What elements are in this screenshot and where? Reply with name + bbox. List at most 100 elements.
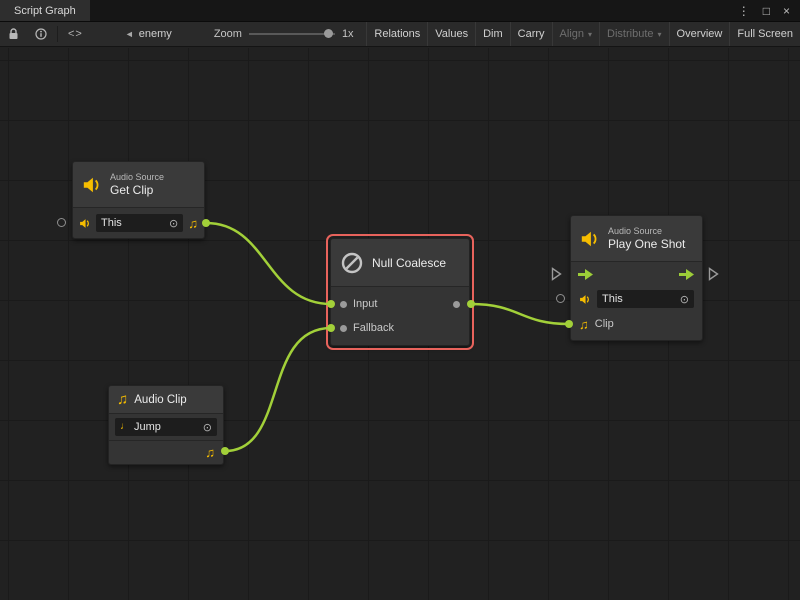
script-graph-window: Script Graph ⋮ □ × <>: [0, 0, 800, 600]
close-icon[interactable]: ×: [783, 4, 790, 18]
zoom-label: Zoom: [214, 28, 242, 40]
object-picker-icon[interactable]: ⊙: [169, 217, 178, 230]
audio-source-icon: [82, 176, 102, 194]
node-null-header[interactable]: Null Coalesce: [331, 239, 469, 287]
node-title: Null Coalesce: [372, 256, 446, 270]
relations-button[interactable]: Relations: [366, 22, 427, 46]
node-play-one-shot[interactable]: Audio Source Play One Shot: [570, 215, 703, 341]
lock-button[interactable]: [0, 22, 27, 46]
input-label: Input: [353, 298, 447, 310]
zoom-control: Zoom 1x: [206, 22, 362, 46]
maximize-icon[interactable]: □: [763, 4, 770, 18]
wire-null-to-clip[interactable]: [471, 304, 569, 324]
node-title: Play One Shot: [608, 237, 685, 251]
wire-audioclip-to-fallback[interactable]: [225, 328, 331, 451]
play-self-port[interactable]: [556, 294, 565, 303]
fullscreen-label: Full Screen: [737, 28, 793, 40]
info-icon: [35, 28, 47, 40]
clip-output-port-icon[interactable]: ♫: [188, 217, 198, 230]
carry-label: Carry: [518, 28, 545, 40]
get-clip-self-port[interactable]: [57, 218, 66, 227]
toolbar-buttons: Relations Values Dim Carry Align ▾ Distri…: [366, 22, 800, 46]
dim-button[interactable]: Dim: [475, 22, 510, 46]
overview-label: Overview: [677, 28, 723, 40]
flow-out-port-icon[interactable]: [679, 269, 695, 280]
node-play-header[interactable]: Audio Source Play One Shot: [571, 216, 702, 262]
fullscreen-button[interactable]: Full Screen: [729, 22, 800, 46]
dim-label: Dim: [483, 28, 503, 40]
node-audio-clip-header[interactable]: ♫ Audio Clip: [109, 386, 223, 414]
align-button[interactable]: Align ▾: [552, 22, 599, 46]
distribute-button[interactable]: Distribute ▾: [599, 22, 668, 46]
clip-value: Jump: [134, 421, 161, 433]
audio-clip-icon: ♫: [117, 392, 128, 407]
values-button[interactable]: Values: [427, 22, 475, 46]
node-title: Audio Clip: [134, 394, 186, 406]
fallback-label: Fallback: [353, 322, 460, 334]
align-label: Align: [560, 28, 584, 40]
node-audio-clip[interactable]: ♫ Audio Clip ♩ Jump ⊙ ♫: [108, 385, 224, 465]
clip-input-port-icon[interactable]: ♫: [579, 318, 589, 331]
tab-title: Script Graph: [14, 5, 76, 17]
node-null-coalesce[interactable]: Null Coalesce Input Fallback: [330, 238, 470, 346]
zoom-slider-handle[interactable]: [324, 29, 333, 38]
node-get-clip[interactable]: Audio Source Get Clip This ⊙ ♫: [72, 161, 205, 239]
null-coalesce-icon: [340, 251, 364, 275]
node-get-clip-header[interactable]: Audio Source Get Clip: [73, 162, 204, 208]
chevron-down-icon: ▾: [588, 30, 592, 39]
wire-getclip-to-input[interactable]: [206, 223, 331, 304]
window-controls: ⋮ □ ×: [738, 0, 800, 21]
fallback-port[interactable]: [340, 325, 347, 332]
input-port[interactable]: [340, 301, 347, 308]
distribute-label: Distribute: [607, 28, 653, 40]
result-output-port[interactable]: [453, 301, 460, 308]
node-category: Audio Source: [110, 172, 164, 183]
toolbar-separator: [57, 26, 58, 42]
target-row: This ⊙: [571, 286, 702, 312]
more-menu-icon[interactable]: ⋮: [738, 4, 750, 18]
code-view-button[interactable]: <>: [60, 22, 91, 46]
carry-button[interactable]: Carry: [510, 22, 552, 46]
clip-dropdown[interactable]: ♩ Jump ⊙: [115, 418, 217, 436]
target-dropdown[interactable]: This ⊙: [597, 290, 694, 308]
graph-breadcrumb[interactable]: ◄ enemy: [117, 22, 180, 46]
audio-source-icon: [580, 230, 600, 248]
target-value: This: [101, 217, 122, 229]
tab-script-graph[interactable]: Script Graph: [0, 0, 90, 21]
target-dropdown[interactable]: This ⊙: [96, 214, 183, 232]
speaker-icon: [579, 294, 591, 305]
node-get-clip-body: This ⊙ ♫: [73, 208, 204, 238]
lock-icon: [8, 28, 19, 40]
flow-in-port-icon[interactable]: [578, 269, 594, 280]
code-icon: <>: [68, 28, 83, 40]
speaker-icon: [79, 218, 91, 229]
toolbar-gap: [91, 22, 117, 46]
clip-output-port-icon[interactable]: ♫: [205, 446, 215, 459]
clip-label: Clip: [595, 318, 614, 330]
toolbar-gap: [180, 22, 206, 46]
object-picker-icon[interactable]: ⊙: [680, 293, 689, 306]
clip-input-row: ♫ Clip: [571, 312, 702, 336]
chevron-down-icon: ▾: [658, 30, 662, 39]
input-port-row: Input: [331, 292, 469, 316]
node-category: Audio Source: [608, 226, 685, 237]
clip-output-row: ♫: [109, 440, 223, 464]
flow-in-external-port[interactable]: [551, 267, 562, 281]
overview-button[interactable]: Overview: [669, 22, 730, 46]
flow-out-external-port[interactable]: [708, 267, 719, 281]
flow-port-row: [571, 262, 702, 286]
node-null-ports: Input Fallback: [331, 287, 469, 345]
zoom-slider[interactable]: [249, 33, 335, 35]
relations-label: Relations: [374, 28, 420, 40]
target-value: This: [602, 293, 623, 305]
info-button[interactable]: [27, 22, 55, 46]
node-title-block: Audio Source Get Clip: [110, 172, 164, 197]
object-picker-icon[interactable]: ⊙: [203, 421, 212, 434]
node-title-block: Audio Source Play One Shot: [608, 226, 685, 251]
values-label: Values: [435, 28, 468, 40]
clip-value-row: ♩ Jump ⊙: [109, 414, 223, 440]
clip-type-icon: ♩: [120, 422, 130, 432]
graph-canvas[interactable]: Audio Source Get Clip This ⊙ ♫: [0, 48, 800, 600]
fallback-port-row: Fallback: [331, 316, 469, 340]
zoom-value: 1x: [342, 28, 354, 40]
